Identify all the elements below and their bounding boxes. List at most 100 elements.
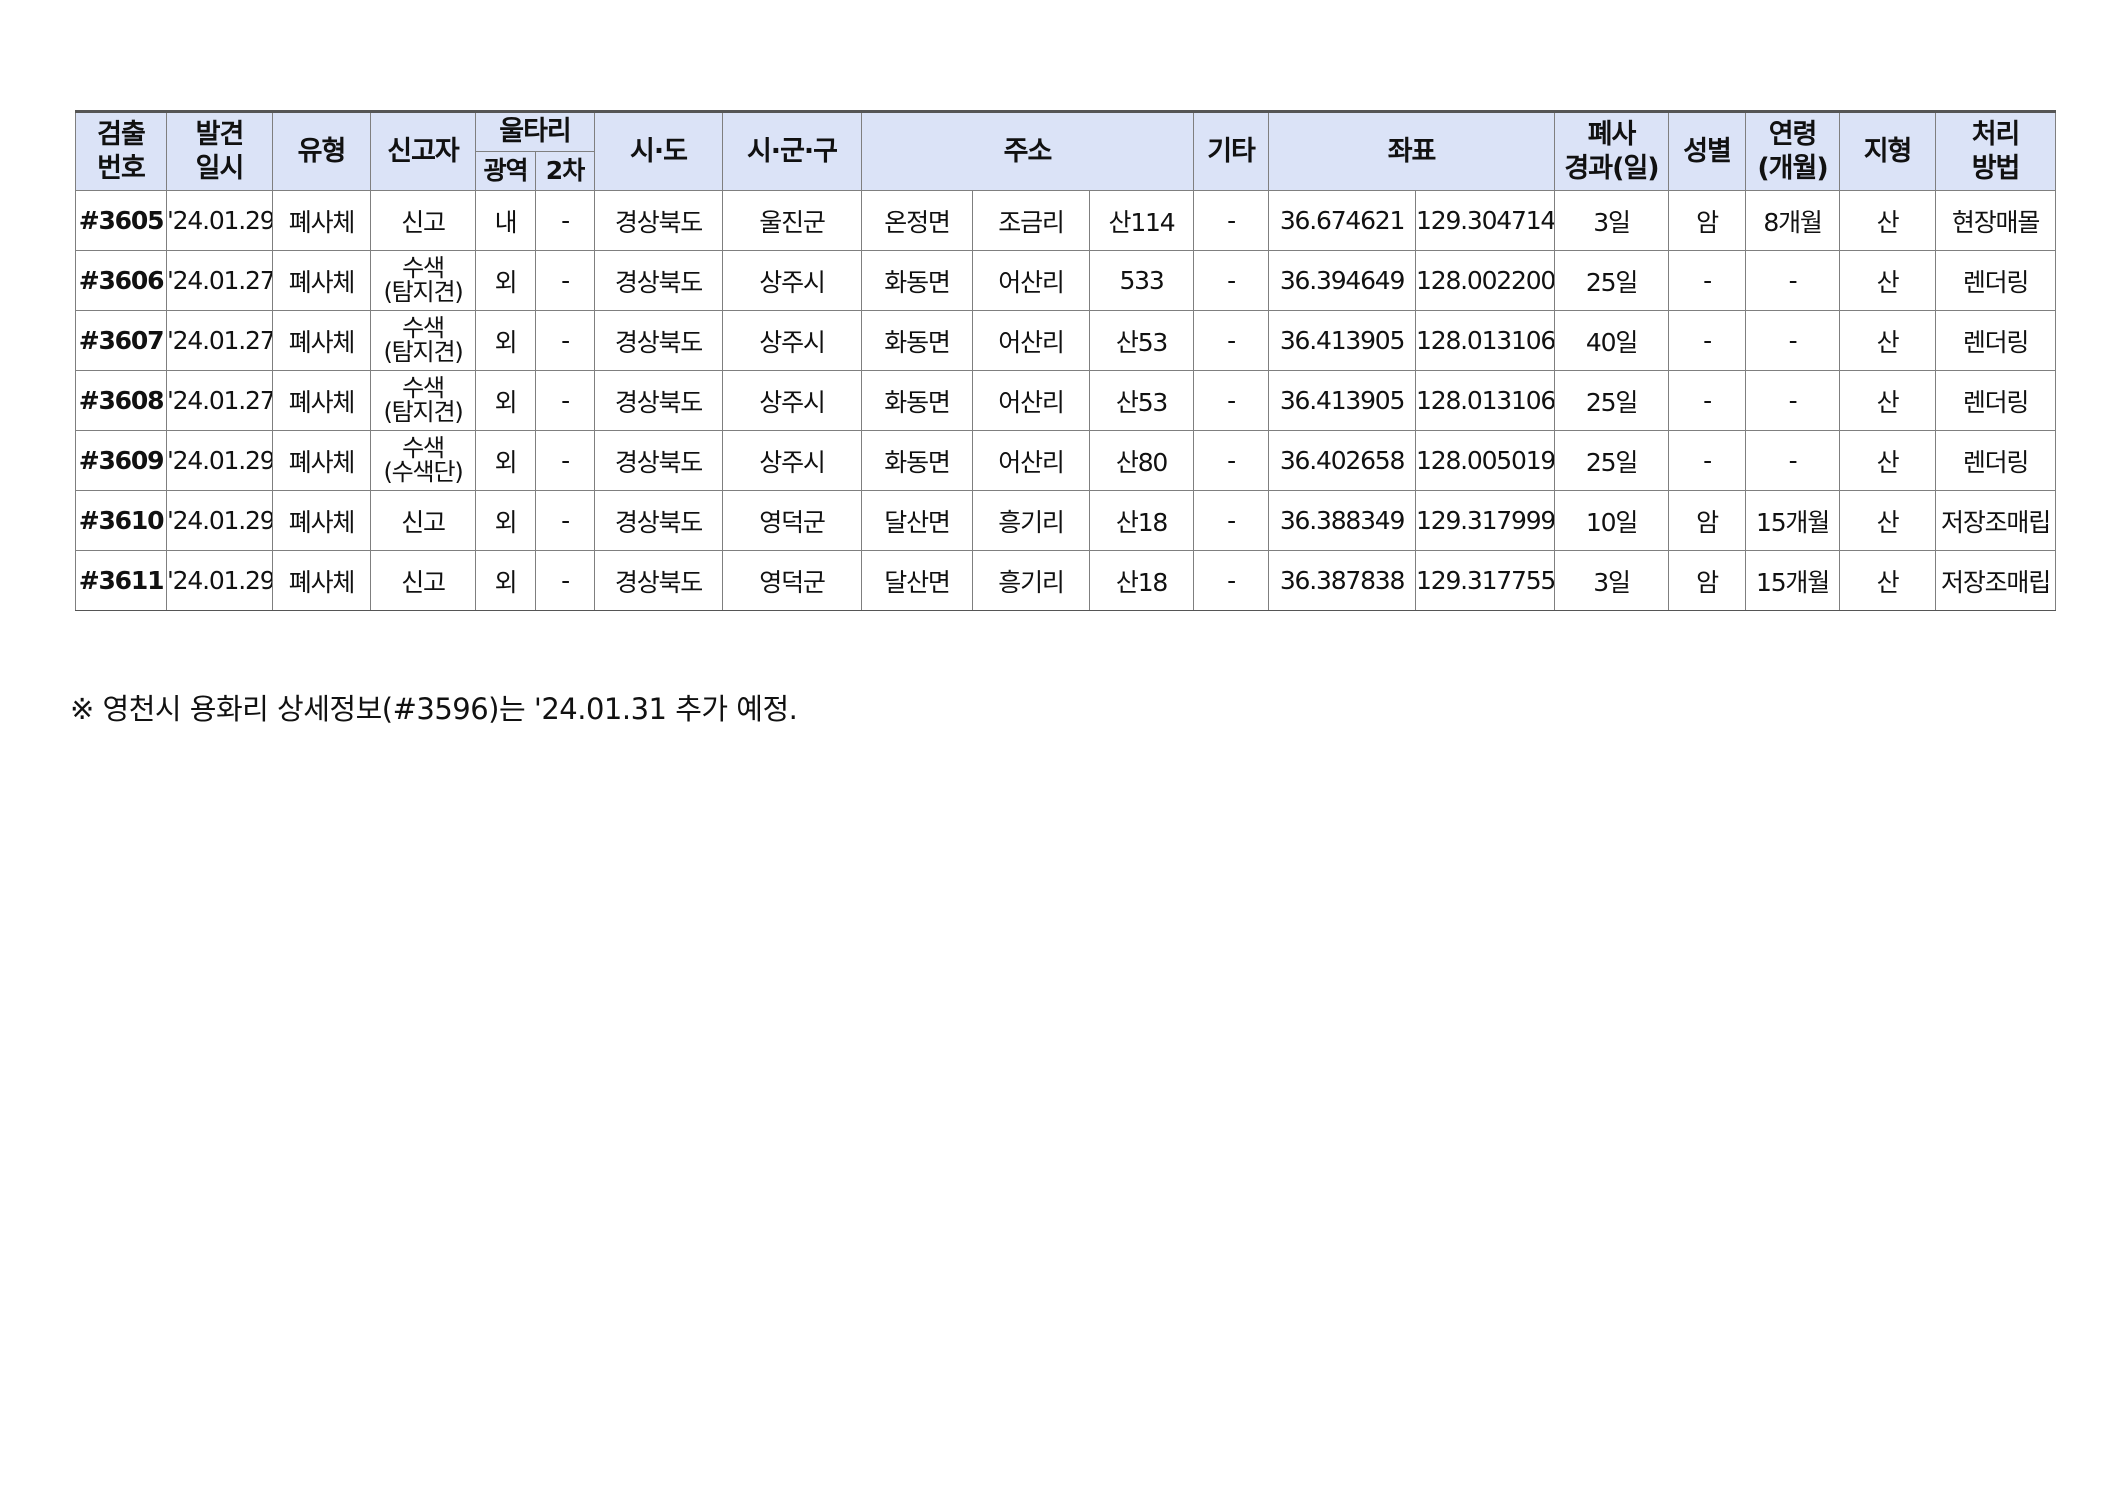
cell-sigungu: 상주시	[722, 310, 862, 371]
cell-other: -	[1193, 430, 1270, 491]
header-disposal: 처리 방법	[1935, 111, 2057, 191]
cell-terrain: 산	[1839, 250, 1937, 311]
cell-fence-wide: 외	[475, 250, 536, 311]
cell-lot: 산18	[1088, 490, 1195, 551]
cell-id: #3605	[75, 190, 167, 251]
cell-date: '24.01.29	[166, 550, 273, 611]
header-address: 주소	[860, 111, 1195, 191]
cell-age: 15개월	[1745, 490, 1841, 551]
cell-age: -	[1745, 250, 1841, 311]
cell-fence-second: -	[535, 430, 595, 491]
cell-type: 폐사체	[272, 490, 371, 551]
cell-ri: 흥기리	[972, 550, 1090, 611]
cell-date: '24.01.29	[166, 490, 273, 551]
cell-eup: 화동면	[861, 370, 973, 431]
cell-fence-second: -	[535, 370, 595, 431]
cell-date: '24.01.29	[166, 430, 273, 491]
header-fence-wide: 광역	[475, 151, 536, 191]
cell-other: -	[1193, 490, 1270, 551]
cell-fence-wide: 외	[475, 430, 536, 491]
cell-decay: 3일	[1554, 550, 1670, 611]
cell-sido: 경상북도	[594, 490, 723, 551]
header-age: 연령 (개월)	[1745, 111, 1841, 191]
cell-ri: 어산리	[972, 310, 1090, 371]
cell-type: 폐사체	[272, 370, 371, 431]
table-row: #3605'24.01.29 폐사체 신고 내 - 경상북도 울진군 온정면 조금리 산114-3…	[75, 190, 2057, 251]
cell-sigungu: 상주시	[722, 250, 862, 311]
cell-fence-wide: 외	[475, 370, 536, 431]
header-type: 유형	[272, 111, 371, 191]
cell-lot: 산80	[1088, 430, 1195, 491]
header-date: 발견 일시	[166, 111, 273, 191]
cell-lot: 산18	[1088, 550, 1195, 611]
cell-disposal: 저장조매립	[1935, 550, 2057, 611]
cell-eup: 화동면	[861, 310, 973, 371]
cell-fence-second: -	[535, 190, 595, 251]
cell-eup: 화동면	[861, 430, 973, 491]
header-decay: 폐사 경과(일)	[1554, 111, 1670, 191]
cell-terrain: 산	[1839, 310, 1937, 371]
cell-decay: 40일	[1554, 310, 1670, 371]
detection-table: 검출 번호 발견 일시 유형 신고자 울타리 시·도 시·군·구 주소 기타 좌표 …	[75, 110, 2057, 611]
cell-date: '24.01.27	[166, 250, 273, 311]
cell-decay: 25일	[1554, 430, 1670, 491]
cell-lat: 36.394649	[1268, 250, 1417, 311]
cell-lon: 129.304714	[1415, 190, 1556, 251]
cell-date: '24.01.29	[166, 190, 273, 251]
cell-type: 폐사체	[272, 550, 371, 611]
cell-other: -	[1193, 550, 1270, 611]
cell-eup: 달산면	[861, 550, 973, 611]
cell-lon: 129.317755	[1415, 550, 1556, 611]
cell-reporter: 수색 (탐지견)	[370, 310, 476, 371]
cell-reporter: 신고	[370, 490, 476, 551]
cell-sigungu: 울진군	[722, 190, 862, 251]
cell-terrain: 산	[1839, 490, 1937, 551]
cell-reporter: 수색 (탐지견)	[370, 250, 476, 311]
table-row: #3611'24.01.29 폐사체 신고 외 - 경상북도 영덕군 달산면 흥기리 산18-36…	[75, 550, 2057, 611]
cell-lat: 36.674621	[1268, 190, 1417, 251]
cell-age: -	[1745, 430, 1841, 491]
cell-sido: 경상북도	[594, 430, 723, 491]
cell-fence-wide: 외	[475, 310, 536, 371]
cell-eup: 달산면	[861, 490, 973, 551]
cell-decay: 3일	[1554, 190, 1670, 251]
cell-id: #3609	[75, 430, 167, 491]
cell-other: -	[1193, 190, 1270, 251]
cell-fence-second: -	[535, 490, 595, 551]
cell-type: 폐사체	[272, 250, 371, 311]
cell-date: '24.01.27	[166, 310, 273, 371]
cell-ri: 흥기리	[972, 490, 1090, 551]
cell-other: -	[1193, 310, 1270, 371]
table-row: #3606'24.01.27 폐사체 수색 (탐지견) 외 - 경상북도 상주시 화동면 어산리 5…	[75, 250, 2057, 311]
header-fence: 울타리	[475, 111, 595, 152]
cell-ri: 어산리	[972, 430, 1090, 491]
cell-lat: 36.413905	[1268, 310, 1417, 371]
header-id: 검출 번호	[75, 111, 167, 191]
cell-sido: 경상북도	[594, 370, 723, 431]
cell-fence-wide: 외	[475, 550, 536, 611]
cell-fence-second: -	[535, 310, 595, 371]
cell-terrain: 산	[1839, 190, 1937, 251]
cell-reporter: 신고	[370, 190, 476, 251]
cell-decay: 10일	[1554, 490, 1670, 551]
cell-id: #3611	[75, 550, 167, 611]
cell-sex: -	[1668, 250, 1747, 311]
cell-sido: 경상북도	[594, 310, 723, 371]
header-coords: 좌표	[1268, 111, 1556, 191]
cell-disposal: 렌더링	[1935, 430, 2057, 491]
cell-terrain: 산	[1839, 430, 1937, 491]
cell-lot: 산53	[1088, 370, 1195, 431]
cell-age: 8개월	[1745, 190, 1841, 251]
table-row: #3607'24.01.27 폐사체 수색 (탐지견) 외 - 경상북도 상주시 화동면 어산리 산…	[75, 310, 2057, 371]
cell-eup: 온정면	[861, 190, 973, 251]
cell-sigungu: 상주시	[722, 430, 862, 491]
cell-other: -	[1193, 250, 1270, 311]
cell-sigungu: 영덕군	[722, 550, 862, 611]
cell-sigungu: 상주시	[722, 370, 862, 431]
cell-lat: 36.413905	[1268, 370, 1417, 431]
cell-sex: 암	[1668, 190, 1747, 251]
cell-eup: 화동면	[861, 250, 973, 311]
cell-lat: 36.387838	[1268, 550, 1417, 611]
table-header: 검출 번호 발견 일시 유형 신고자 울타리 시·도 시·군·구 주소 기타 좌표 …	[75, 111, 2057, 191]
cell-decay: 25일	[1554, 250, 1670, 311]
